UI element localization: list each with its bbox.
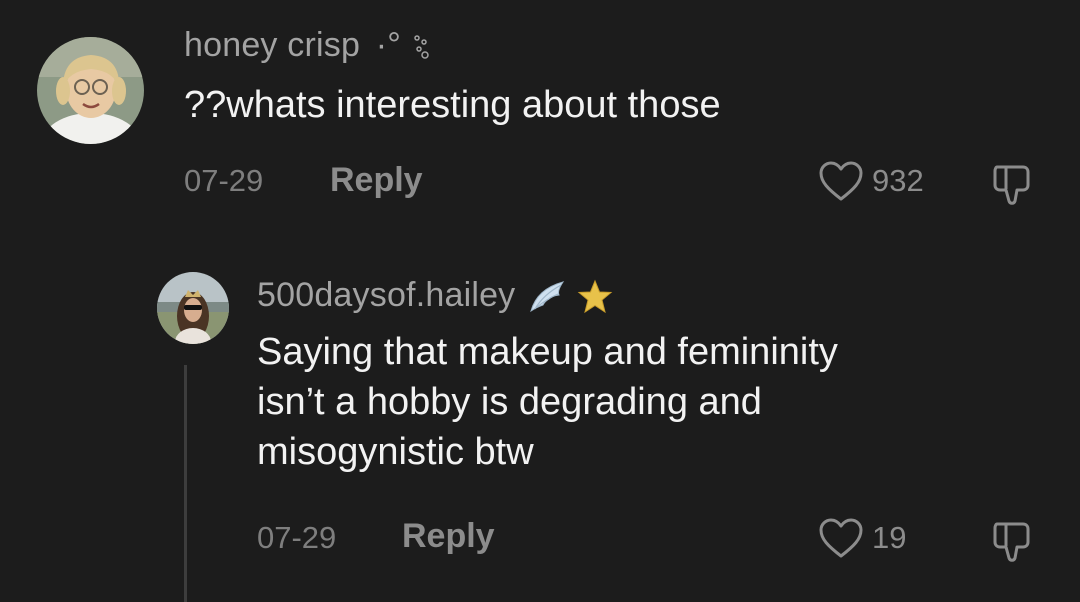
thumbs-down-icon: [993, 522, 1030, 562]
comment-date: 07-29: [184, 163, 264, 198]
like-button[interactable]: 932: [818, 160, 924, 202]
reply-button[interactable]: Reply: [330, 161, 423, 200]
reply-username-text[interactable]: 500daysof.hailey: [257, 276, 515, 314]
sparkle-icon: [413, 35, 429, 59]
reply-like-button[interactable]: 19: [818, 517, 906, 559]
reply-reply-button[interactable]: Reply: [402, 517, 495, 556]
dislike-button[interactable]: [990, 161, 1036, 212]
reply-thread-line: [184, 365, 187, 602]
comment-username[interactable]: honey crisp ·°: [184, 26, 431, 65]
avatar-honey-crisp[interactable]: [37, 37, 144, 144]
avatar-500daysof-hailey[interactable]: [157, 272, 229, 344]
reply-username[interactable]: 500daysof.hailey: [257, 276, 613, 315]
reply-like-count: 19: [872, 520, 907, 555]
username-decoration: ·°: [375, 26, 402, 64]
like-count: 932: [872, 163, 924, 198]
reply-date: 07-29: [257, 520, 337, 555]
thumbs-down-icon: [993, 165, 1030, 205]
reply-dislike-button[interactable]: [990, 518, 1036, 569]
heart-icon: [819, 518, 863, 558]
reply-text: Saying that makeup and femininity isn’t …: [257, 331, 838, 473]
heart-icon: [819, 161, 863, 201]
wing-icon: [530, 281, 565, 313]
username-text[interactable]: honey crisp: [184, 26, 360, 64]
comment-text: ??whats interesting about those: [184, 84, 721, 126]
comments-panel: honey crisp ·° ??whats interesting about…: [0, 0, 1080, 602]
star-icon: [577, 279, 613, 314]
